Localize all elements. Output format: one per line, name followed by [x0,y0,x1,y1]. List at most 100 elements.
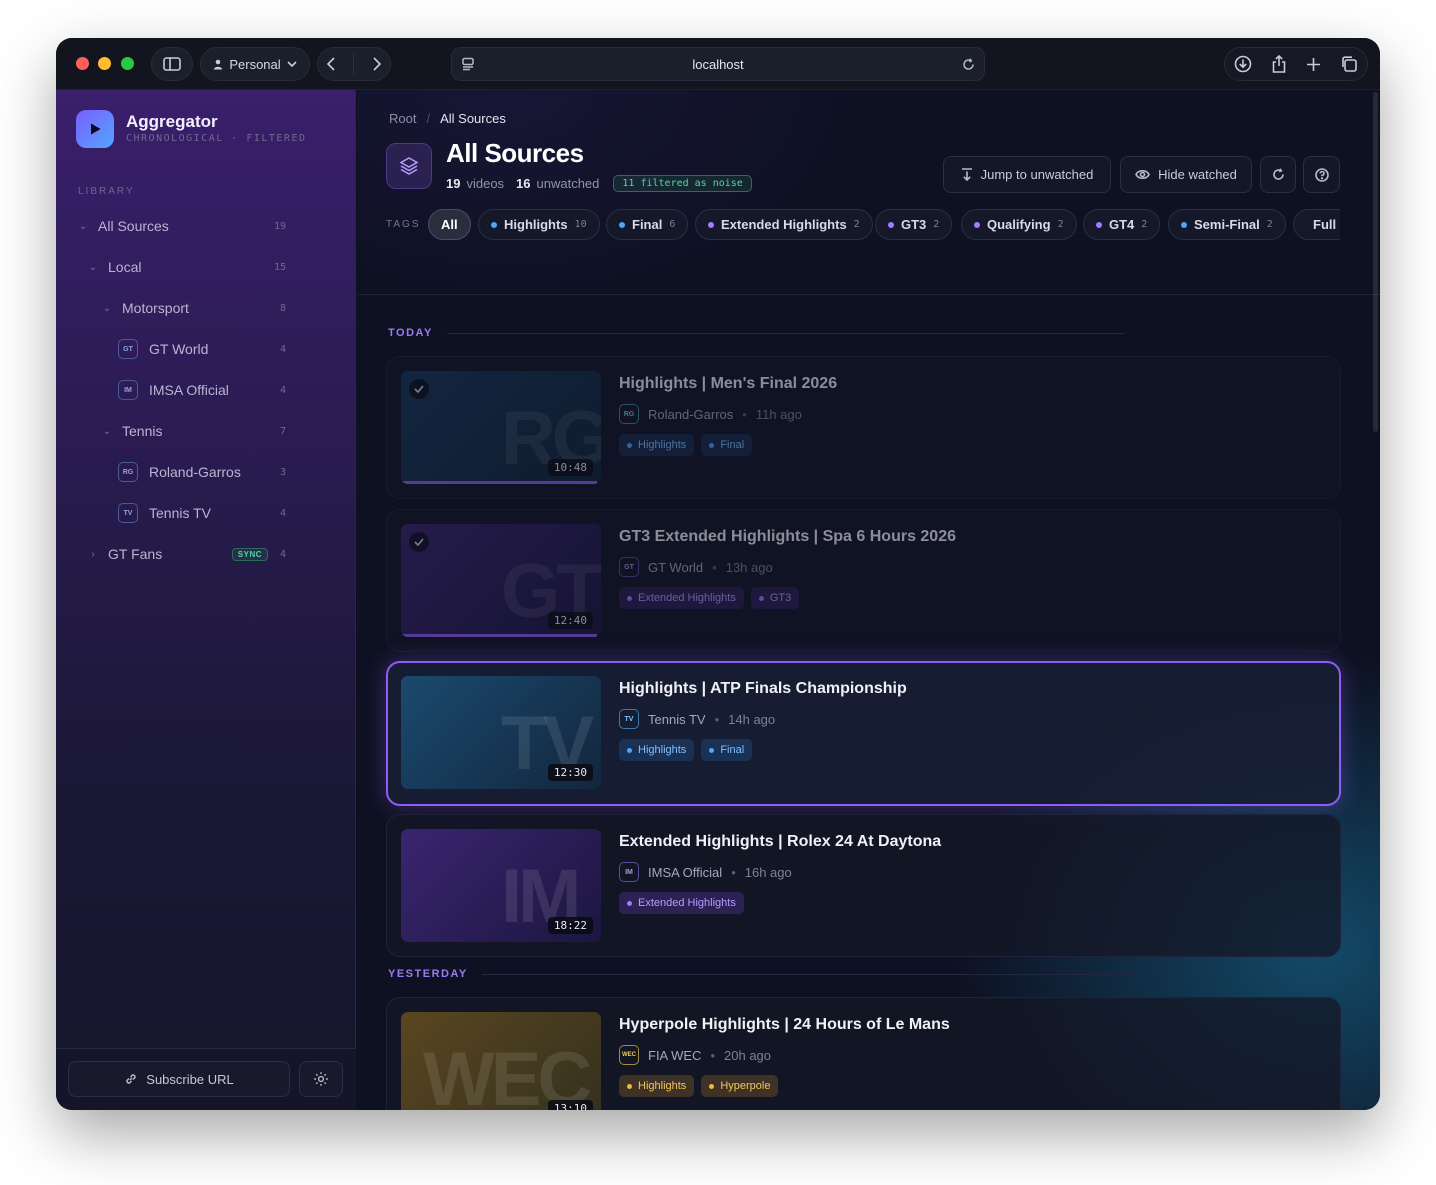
video-thumbnail[interactable]: IM 18:22 [401,829,601,942]
video-thumbnail[interactable]: GT 12:40 [401,524,601,637]
video-title[interactable]: GT3 Extended Highlights | Spa 6 Hours 20… [619,528,956,546]
video-source[interactable]: Tennis TV [648,712,706,727]
sidebar-item-tennis[interactable]: ⌄ Tennis 7 [70,416,342,446]
source-badge: IM [619,862,639,882]
tag-dot [491,221,497,228]
video-thumbnail[interactable]: WEC 13:10 [401,1012,601,1110]
app-subtitle: CHRONOLOGICAL · FILTERED [126,133,307,144]
share-icon[interactable] [1271,55,1287,73]
video-source[interactable]: FIA WEC [648,1048,701,1063]
help-button[interactable] [1303,156,1340,193]
video-source[interactable]: Roland-Garros [648,407,733,422]
source-badge: TV [619,709,639,729]
sidebar-item-roland-garros[interactable]: RG Roland-Garros 3 [70,457,342,487]
profile-button[interactable]: Personal [200,47,310,81]
video-duration: 13:10 [547,1100,593,1110]
help-icon [1314,167,1329,182]
source-badge: IM [118,380,138,400]
sidebar-item-tennis-tv[interactable]: TV Tennis TV 4 [70,498,342,528]
tag-dot [1096,221,1102,228]
back-icon[interactable] [327,57,335,71]
tag-filter-highlights[interactable]: Highlights 10 [478,209,600,240]
page-title: All Sources [446,138,584,168]
video-card[interactable]: GT 12:40 GT3 Extended Highlights | Spa 6… [386,509,1341,652]
sidebar-item-count: 4 [279,507,286,519]
tag-dot [1181,221,1187,228]
sidebar-item-gt-world[interactable]: GT GT World 4 [70,334,342,364]
meta-separator: • [742,406,747,422]
unwatched-count: 16 [516,176,531,191]
chevron-down-icon: ⌄ [88,261,98,273]
video-source[interactable]: GT World [648,560,703,575]
sidebar-item-all-sources[interactable]: ⌄ All Sources 19 [70,211,342,241]
video-tag[interactable]: Extended Highlights [619,892,744,914]
new-tab-icon[interactable] [1306,57,1321,72]
sidebar-item-count: 15 [273,261,286,273]
tag-filter-gt4[interactable]: GT4 2 [1083,209,1161,240]
video-card[interactable]: WEC 13:10 Hyperpole Highlights | 24 Hour… [386,997,1341,1110]
tag-filter-all[interactable]: All [428,209,471,240]
watched-check-icon [409,532,429,552]
video-tag[interactable]: Highlights [619,1075,695,1097]
refresh-button[interactable] [1260,156,1296,193]
video-title[interactable]: Highlights | Men's Final 2026 [619,375,837,393]
jump-to-unwatched-button[interactable]: Jump to unwatched [943,156,1111,193]
address-bar[interactable]: localhost [451,47,985,81]
sidebar-toggle-button[interactable] [151,47,193,81]
tag-count: 2 [1141,219,1148,230]
noise-filter-badge[interactable]: 11 filtered as noise [613,175,752,192]
video-tag[interactable]: Final [701,434,753,456]
tags-label: TAGS [386,219,421,230]
subscribe-url-button[interactable]: Subscribe URL [68,1061,290,1097]
tag-filter-gt3[interactable]: GT3 2 [875,209,953,240]
video-title[interactable]: Hyperpole Highlights | 24 Hours of Le Ma… [619,1016,950,1034]
breadcrumb-root[interactable]: Root [389,111,416,126]
video-tag[interactable]: Final [701,739,753,761]
download-icon[interactable] [1234,55,1252,73]
video-tag[interactable]: Highlights [619,434,695,456]
minimize-window-button[interactable] [98,57,111,70]
sync-badge: SYNC [231,547,268,561]
video-tag[interactable]: Hyperpole [701,1075,779,1097]
tag-filter-qualifying[interactable]: Qualifying 2 [961,209,1077,240]
video-thumbnail[interactable]: RG 10:48 [401,371,601,484]
tag-filter-full[interactable]: Full [1293,209,1340,240]
videos-count: 19 [446,176,461,191]
video-title[interactable]: Highlights | ATP Finals Championship [619,680,907,698]
sidebar-item-imsa-official[interactable]: IM IMSA Official 4 [70,375,342,405]
zoom-window-button[interactable] [121,57,134,70]
video-tags: Highlights Final [619,434,753,456]
video-card-selected[interactable]: TV 12:30 Highlights | ATP Finals Champio… [386,661,1341,806]
hide-watched-button[interactable]: Hide watched [1120,156,1252,193]
sidebar-item-motorsport[interactable]: ⌄ Motorsport 8 [70,293,342,323]
sidebar-item-label: All Sources [98,218,169,234]
sidebar-item-local[interactable]: ⌄ Local 15 [70,252,342,282]
sidebar-item-label: Local [108,259,142,275]
video-source[interactable]: IMSA Official [648,865,722,880]
video-card[interactable]: IM 18:22 Extended Highlights | Rolex 24 … [386,814,1341,957]
tag-filter-semi-final[interactable]: Semi-Final 2 [1168,209,1286,240]
tag-label: Final [632,217,663,232]
scrollbar[interactable] [1373,92,1378,432]
settings-button[interactable] [299,1061,343,1097]
tag-filter-final[interactable]: Final 6 [606,209,689,240]
page-icon [386,143,432,189]
breadcrumb-separator: / [426,111,431,126]
video-tag[interactable]: GT3 [750,587,800,609]
forward-icon[interactable] [373,57,381,71]
sidebar-item-count: 4 [279,343,286,355]
video-tag[interactable]: Extended Highlights [619,587,744,609]
video-tag[interactable]: Highlights [619,739,695,761]
sidebar-item-gt-fans[interactable]: › GT Fans SYNC 4 [70,539,342,569]
video-card[interactable]: RG 10:48 Highlights | Men's Final 2026 R… [386,356,1341,499]
tag-filter-extended-highlights[interactable]: Extended Highlights 2 [695,209,873,240]
sidebar-item-label: Motorsport [122,300,189,316]
video-thumbnail[interactable]: TV 12:30 [401,676,601,789]
tabs-overview-icon[interactable] [1340,55,1358,73]
close-window-button[interactable] [76,57,89,70]
reload-icon[interactable] [962,58,975,71]
video-title[interactable]: Extended Highlights | Rolex 24 At Dayton… [619,833,941,851]
meta-separator: • [714,711,720,727]
sidebar-item-count: 4 [279,384,286,396]
tag-dot [708,221,714,228]
